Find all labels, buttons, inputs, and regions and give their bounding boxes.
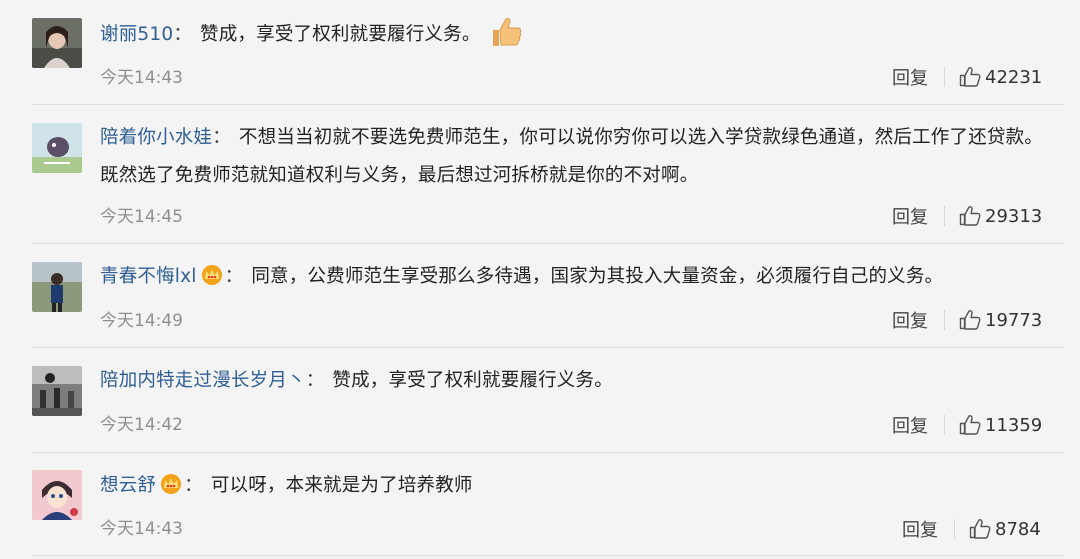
separator: [32, 243, 1064, 244]
avatar-image-icon: [32, 366, 82, 416]
timestamp: 今天14:49: [100, 311, 183, 331]
username-link[interactable]: 谢丽510: [100, 24, 173, 45]
crown-icon: [161, 474, 182, 494]
timestamp: 今天14:43: [100, 68, 183, 88]
username-link[interactable]: 青春不悔lxl: [100, 266, 197, 287]
username-link[interactable]: 陪着你小水娃: [100, 127, 212, 148]
comment-actions: 回复 11359: [892, 412, 1042, 438]
colon: ：: [212, 127, 231, 148]
avatar-image-icon: [32, 18, 82, 68]
separator: [32, 555, 1064, 556]
comment-text: 赞成，享受了权利就要履行义务。: [200, 24, 481, 45]
avatar[interactable]: [32, 18, 82, 68]
comment-actions: 回复 29313: [892, 203, 1042, 229]
divider-line: [944, 67, 945, 87]
reply-button[interactable]: 回复: [892, 307, 928, 333]
comment-actions: 回复 42231: [892, 64, 1042, 90]
comment-text: 赞成，享受了权利就要履行义务。: [332, 370, 613, 391]
separator: [32, 452, 1064, 453]
colon: ：: [305, 370, 325, 391]
thumbs-up-icon[interactable]: [959, 66, 981, 88]
username-link[interactable]: 想云舒: [100, 475, 156, 496]
divider-line: [954, 519, 955, 539]
avatar[interactable]: [32, 123, 82, 173]
comment-content: 谢丽510： 赞成，享受了权利就要履行义务。: [100, 15, 1058, 54]
like-count: 8784: [995, 518, 1041, 540]
comment-content: 青春不悔lxl ： 同意，公费师范生享受那么多待遇，国家为其投入大量资金，必须履行…: [100, 258, 1058, 296]
avatar[interactable]: [32, 366, 82, 416]
separator: [32, 347, 1064, 348]
reply-button[interactable]: 回复: [892, 412, 928, 438]
avatar[interactable]: [32, 262, 82, 312]
comment-actions: 回复 8784: [902, 516, 1041, 542]
comment-text: 同意，公费师范生享受那么多待遇，国家为其投入大量资金，必须履行自己的义务。: [251, 266, 944, 287]
colon: ：: [224, 266, 244, 287]
timestamp: 今天14:43: [100, 519, 183, 539]
timestamp: 今天14:45: [100, 207, 183, 227]
separator: [32, 104, 1064, 105]
thumbs-up-icon[interactable]: [959, 414, 981, 436]
thumbs-up-icon[interactable]: [969, 518, 991, 540]
username-link[interactable]: 陪加内特走过漫长岁月丶: [100, 370, 306, 391]
avatar-image-icon: [32, 470, 82, 520]
divider-line: [944, 206, 945, 226]
thumbs-up-icon[interactable]: [959, 205, 981, 227]
timestamp: 今天14:42: [100, 415, 183, 435]
comment-content: 想云舒 ： 可以呀，本来就是为了培养教师: [100, 467, 1058, 505]
thumbs-up-icon[interactable]: [959, 309, 981, 331]
comment-text: 可以呀，本来就是为了培养教师: [210, 475, 473, 496]
crown-icon: [201, 265, 222, 285]
reply-button[interactable]: 回复: [892, 64, 928, 90]
thumbs-up-emoji-icon: [492, 17, 521, 46]
comment-content: 陪加内特走过漫长岁月丶： 赞成，享受了权利就要履行义务。: [100, 362, 1058, 400]
divider-line: [944, 415, 945, 435]
like-count: 19773: [985, 309, 1043, 331]
comment-content: 陪着你小水娃： 不想当当初就不要选免费师范生，你可以说你穷你可以选入学贷款绿色通道…: [100, 119, 1058, 195]
comment-actions: 回复 19773: [892, 307, 1042, 333]
avatar-image-icon: [32, 123, 82, 173]
like-count: 42231: [985, 66, 1043, 88]
divider-line: [944, 310, 945, 330]
comment-text: 不想当当初就不要选免费师范生，你可以说你穷你可以选入学贷款绿色通道，然后工作了还…: [100, 127, 1044, 186]
avatar-image-icon: [32, 262, 82, 312]
reply-button[interactable]: 回复: [902, 516, 938, 542]
colon: ：: [173, 24, 193, 45]
like-count: 29313: [985, 205, 1043, 227]
reply-button[interactable]: 回复: [892, 203, 928, 229]
like-count: 11359: [985, 414, 1043, 436]
avatar[interactable]: [32, 470, 82, 520]
colon: ：: [184, 475, 203, 496]
